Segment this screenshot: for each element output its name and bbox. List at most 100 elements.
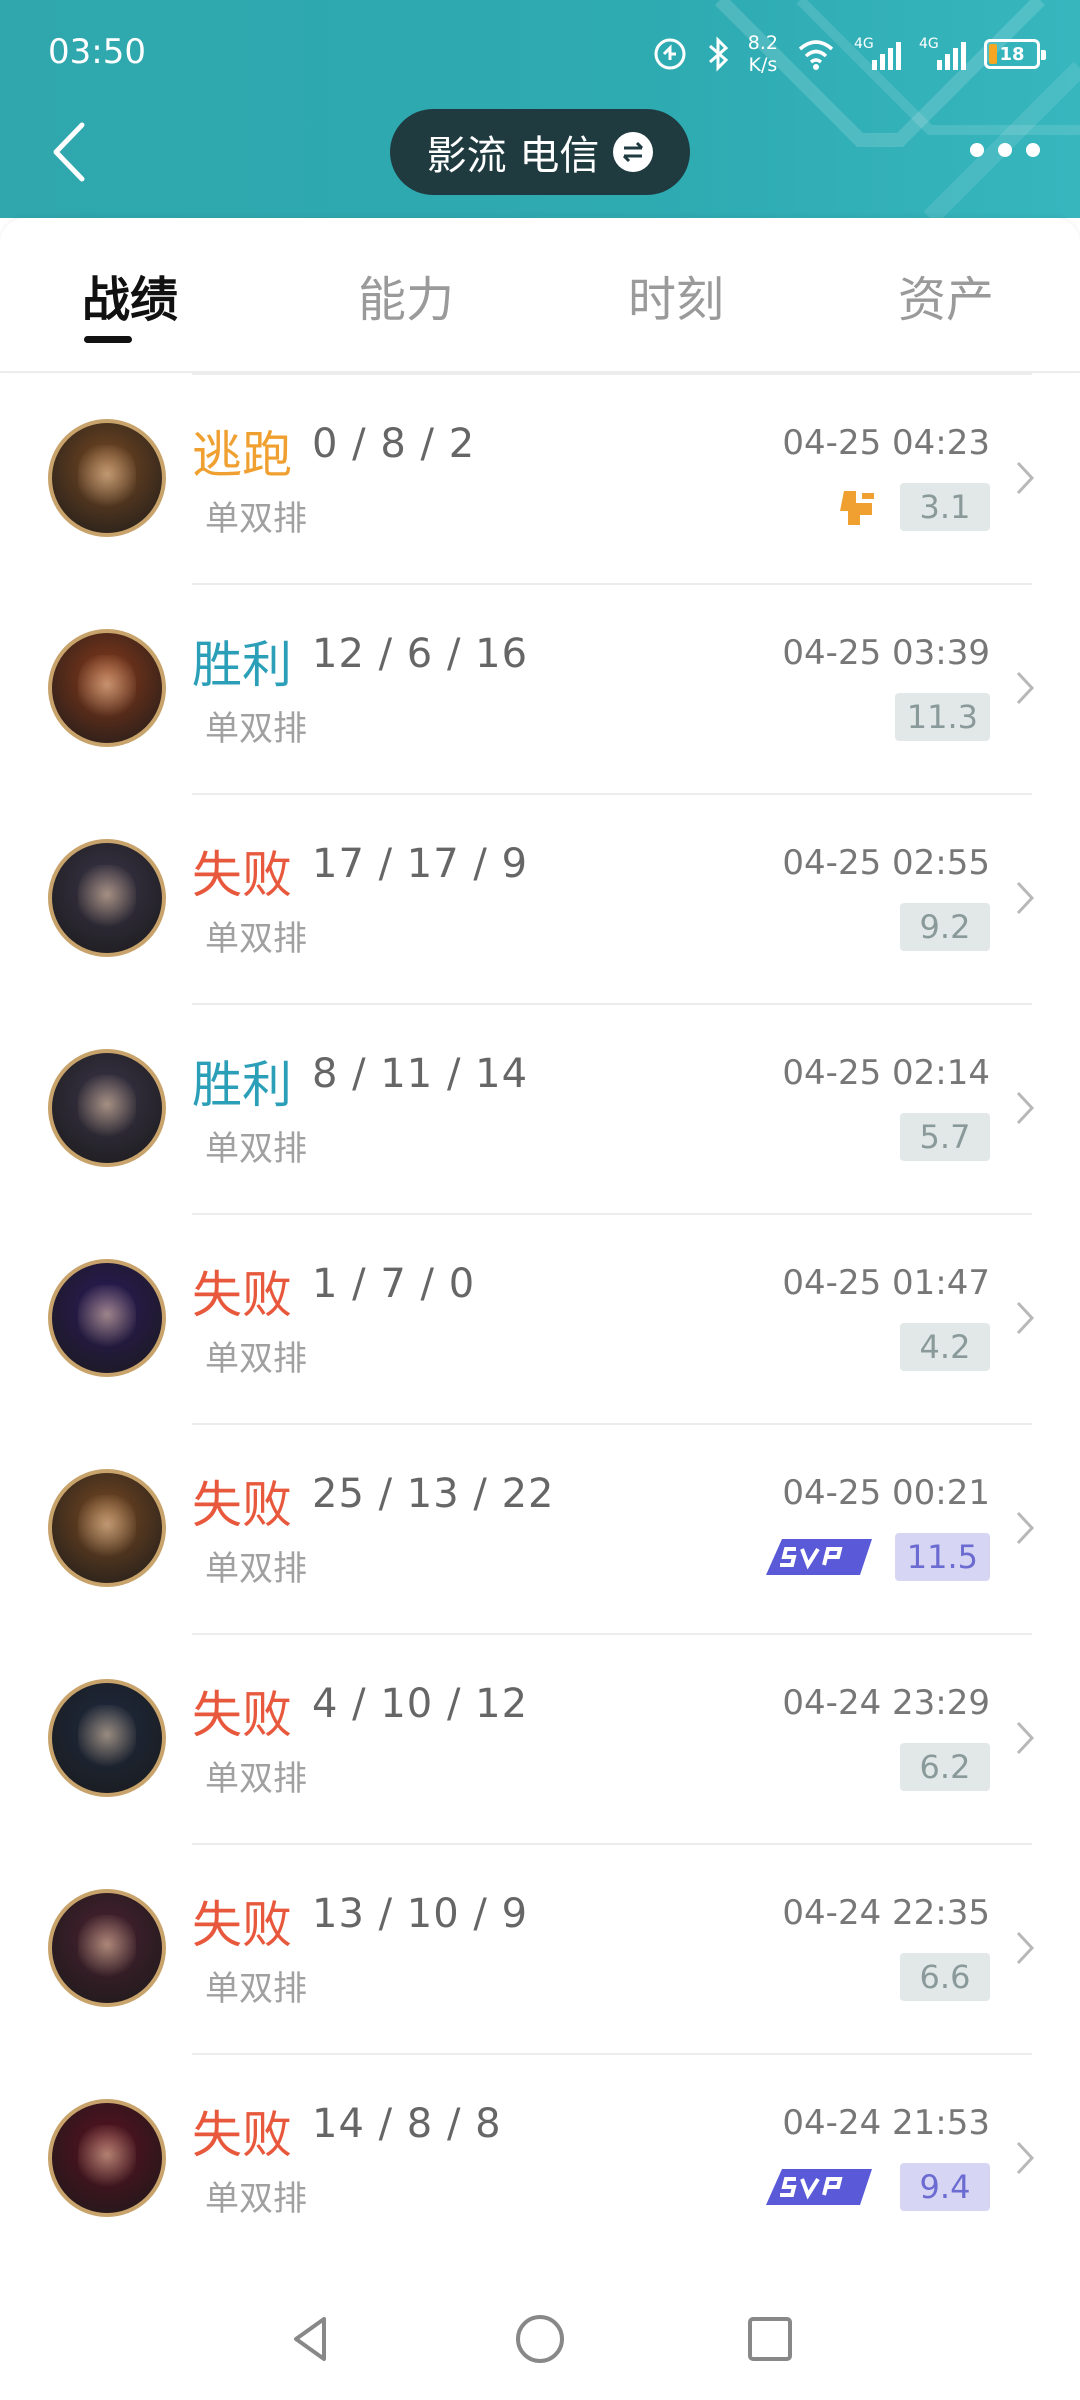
hero-avatar (48, 1049, 166, 1167)
hero-avatar (48, 2099, 166, 2217)
net-speed-unit: K/s (748, 54, 778, 76)
chevron-right-icon (1016, 1301, 1035, 1335)
battery-icon: 18 (984, 39, 1046, 69)
row-divider (192, 583, 1032, 585)
account-switch-button[interactable]: 影流 电信 (390, 109, 690, 195)
match-result: 失败 (192, 1476, 292, 1534)
match-row[interactable]: 失败 25 / 13 / 22 单双排 04-25 00:21 11.5 (0, 1423, 1080, 1633)
match-time: 04-25 02:14 (782, 1053, 990, 1093)
chevron-right-icon (1016, 1511, 1035, 1545)
match-result: 失败 (192, 1266, 292, 1324)
match-row[interactable]: 失败 4 / 10 / 12 单双排 04-24 23:29 6.2 (0, 1633, 1080, 1843)
match-score: 11.3 (894, 693, 990, 741)
nav-back-icon[interactable] (280, 2309, 340, 2369)
match-kda: 12 / 6 / 16 (312, 631, 529, 677)
chevron-right-icon (1016, 1091, 1035, 1125)
match-list[interactable]: 逃跑 0 / 8 / 2 单双排 04-25 04:23 3.1 胜利 12 /… (0, 373, 1080, 2283)
match-row[interactable]: 逃跑 0 / 8 / 2 单双排 04-25 04:23 3.1 (0, 373, 1080, 583)
chevron-right-icon (1016, 2141, 1035, 2175)
match-result: 失败 (192, 846, 292, 904)
match-time: 04-25 03:39 (782, 633, 990, 673)
battery-level: 18 (999, 43, 1025, 65)
match-time: 04-24 21:53 (782, 2103, 990, 2143)
signal-icon-2: 4G (919, 36, 966, 70)
match-mode: 单双排 (205, 919, 307, 959)
match-row[interactable]: 失败 13 / 10 / 9 单双排 04-24 22:35 6.6 (0, 1843, 1080, 2053)
match-score: 9.2 (900, 903, 990, 951)
match-score: 9.4 (900, 2163, 990, 2211)
tab-record[interactable]: 战绩 (82, 260, 178, 330)
row-divider (192, 2053, 1032, 2055)
swap-icon (613, 132, 654, 172)
match-mode: 单双排 (205, 499, 307, 539)
status-time: 03:50 (48, 32, 146, 72)
back-icon[interactable] (42, 117, 102, 187)
row-divider (192, 373, 1032, 375)
flee-icon (840, 491, 874, 525)
match-time: 04-25 02:55 (782, 843, 990, 883)
wifi-icon (798, 40, 834, 70)
match-kda: 14 / 8 / 8 (312, 2101, 502, 2147)
net-speed-value: 8.2 (747, 32, 778, 54)
match-row[interactable]: 胜利 8 / 11 / 14 单双排 04-25 02:14 5.7 (0, 1003, 1080, 1213)
match-row[interactable]: 失败 14 / 8 / 8 单双排 04-24 21:53 9.4 (0, 2053, 1080, 2263)
match-mode: 单双排 (205, 2179, 307, 2219)
match-score: 6.6 (900, 1953, 990, 2001)
more-options-icon[interactable] (970, 135, 1040, 165)
status-bar: 03:50 8.2 K/s 4G 4G 18 (0, 0, 1080, 105)
tab-assets[interactable]: 资产 (898, 260, 994, 330)
match-mode: 单双排 (205, 709, 307, 749)
match-row[interactable]: 胜利 12 / 6 / 16 单双排 04-25 03:39 11.3 (0, 583, 1080, 793)
match-time: 04-25 04:23 (782, 423, 990, 463)
tab-moments[interactable]: 时刻 (628, 260, 724, 330)
chevron-right-icon (1016, 1721, 1035, 1755)
account-label: 影流 电信 (426, 133, 600, 179)
active-tab-indicator (84, 336, 132, 343)
nav-bar: 影流 电信 (0, 105, 1080, 200)
match-result: 失败 (192, 1896, 292, 1954)
match-kda: 8 / 11 / 14 (312, 1051, 529, 1097)
match-kda: 1 / 7 / 0 (312, 1261, 476, 1307)
row-divider (192, 1003, 1032, 1005)
nav-recents-icon[interactable] (740, 2309, 800, 2369)
match-result: 逃跑 (192, 426, 292, 484)
row-divider (192, 1843, 1032, 1845)
match-score: 3.1 (900, 483, 990, 531)
match-score: 5.7 (900, 1113, 990, 1161)
hero-avatar (48, 1679, 166, 1797)
match-kda: 25 / 13 / 22 (312, 1471, 555, 1517)
match-result: 胜利 (192, 636, 292, 694)
signal-icon-1: 4G (854, 36, 901, 70)
match-result: 胜利 (192, 1056, 292, 1114)
match-time: 04-25 00:21 (782, 1473, 990, 1513)
status-icons: 8.2 K/s 4G 4G 18 (652, 26, 1046, 82)
bluetooth-icon (708, 36, 728, 72)
net-speed: 8.2 K/s (748, 32, 778, 76)
tab-ability[interactable]: 能力 (358, 260, 454, 330)
tab-bar: 战绩 能力 时刻 资产 (0, 218, 1080, 373)
nav-home-icon[interactable] (510, 2309, 570, 2369)
hero-avatar (48, 1889, 166, 2007)
data-saver-icon (654, 38, 686, 70)
match-score: 6.2 (900, 1743, 990, 1791)
match-row[interactable]: 失败 1 / 7 / 0 单双排 04-25 01:47 4.2 (0, 1213, 1080, 1423)
match-mode: 单双排 (205, 1129, 307, 1169)
match-score: 4.2 (900, 1323, 990, 1371)
svp-badge-icon (766, 1539, 872, 1575)
chevron-right-icon (1016, 671, 1035, 705)
hero-avatar (48, 629, 166, 747)
match-time: 04-24 23:29 (782, 1683, 990, 1723)
app-header: 03:50 8.2 K/s 4G 4G 18 影流 电信 (0, 0, 1080, 218)
match-kda: 17 / 17 / 9 (312, 841, 529, 887)
hero-avatar (48, 1259, 166, 1377)
match-result: 失败 (192, 1686, 292, 1744)
match-mode: 单双排 (205, 1549, 307, 1589)
chevron-right-icon (1016, 461, 1035, 495)
match-score: 11.5 (894, 1533, 990, 1581)
match-kda: 13 / 10 / 9 (312, 1891, 529, 1937)
match-time: 04-25 01:47 (782, 1263, 990, 1303)
chevron-right-icon (1016, 1931, 1035, 1965)
match-row[interactable]: 失败 17 / 17 / 9 单双排 04-25 02:55 9.2 (0, 793, 1080, 1003)
row-divider (192, 1423, 1032, 1425)
row-divider (192, 793, 1032, 795)
